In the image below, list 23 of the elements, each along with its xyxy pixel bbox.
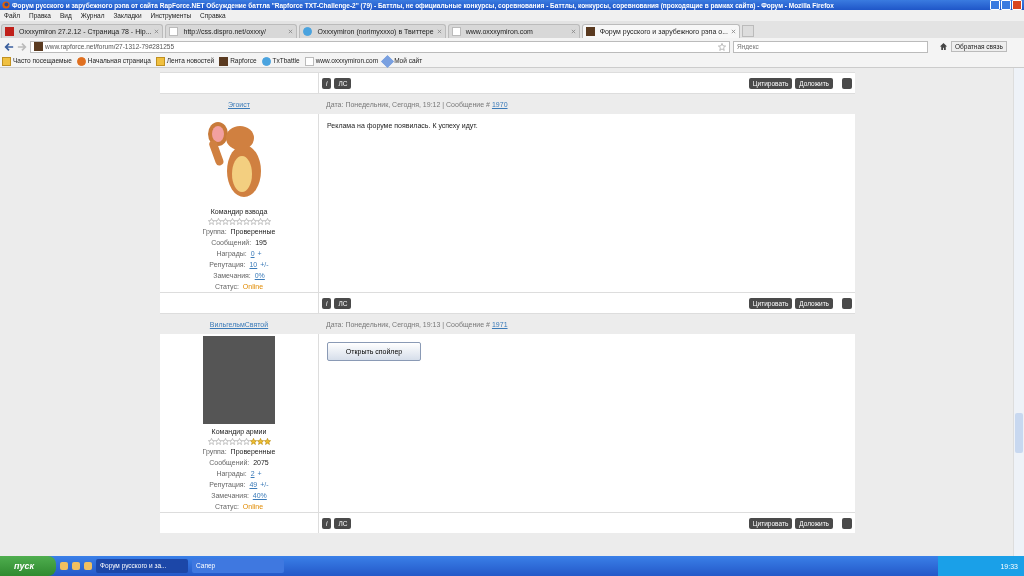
close-tab-icon[interactable] bbox=[154, 29, 160, 34]
favicon-icon bbox=[169, 27, 179, 36]
favicon-icon bbox=[5, 27, 14, 36]
favicon-icon bbox=[303, 27, 313, 36]
scroll-top-button[interactable] bbox=[842, 77, 852, 89]
minimize-button[interactable] bbox=[990, 0, 1000, 10]
browser-logo-icon bbox=[2, 1, 10, 9]
scrollbar[interactable] bbox=[1013, 68, 1024, 556]
maximize-button[interactable] bbox=[1001, 0, 1011, 10]
close-button[interactable] bbox=[1012, 0, 1022, 10]
close-tab-icon[interactable] bbox=[730, 29, 736, 34]
close-tab-icon[interactable] bbox=[288, 29, 294, 34]
close-tab-icon[interactable] bbox=[436, 29, 442, 34]
back-arrow-icon[interactable] bbox=[4, 41, 14, 52]
bookmark-star-icon[interactable] bbox=[718, 42, 726, 51]
start-button[interactable]: пуск bbox=[0, 556, 57, 576]
scroll-top-button[interactable] bbox=[842, 297, 852, 309]
home-icon[interactable] bbox=[939, 42, 948, 51]
close-tab-icon[interactable] bbox=[570, 29, 576, 34]
site-favicon-icon bbox=[34, 42, 43, 51]
favicon-icon bbox=[585, 27, 595, 36]
scroll-top-button[interactable] bbox=[842, 517, 852, 529]
favicon-icon bbox=[451, 27, 461, 36]
